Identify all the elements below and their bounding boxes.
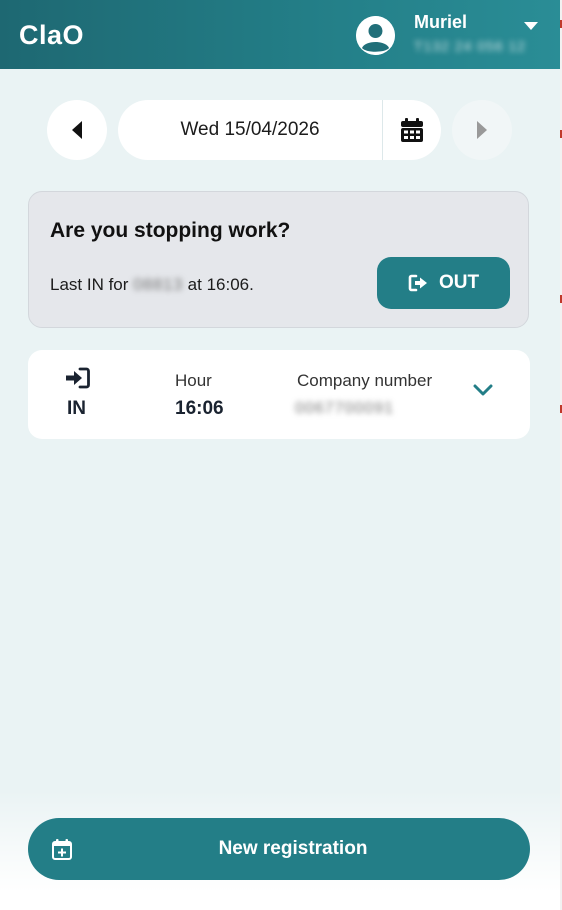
new-registration-button[interactable]: New registration [28, 818, 530, 880]
previous-day-button[interactable] [47, 100, 107, 160]
last-in-suffix: at 16:06. [187, 275, 254, 294]
caret-down-icon[interactable] [524, 18, 538, 36]
top-bar: ClaO Muriel T132 24 056 12 [0, 0, 560, 69]
user-avatar-icon[interactable] [356, 16, 395, 55]
hour-value: 16:06 [175, 398, 224, 419]
out-label: OUT [438, 272, 480, 293]
company-number-value: 0067700091 [295, 400, 394, 417]
last-in-text: Last IN for 08813 at 16:06. [50, 275, 254, 295]
chevron-down-icon [473, 384, 493, 396]
caret-right-icon [477, 121, 487, 139]
calendar-icon [401, 118, 423, 142]
registration-record[interactable]: IN Hour 16:06 Company number 0067700091 [28, 350, 530, 439]
new-registration-label: New registration [218, 838, 368, 859]
out-button[interactable]: OUT [377, 257, 510, 309]
company-number-header: Company number [297, 371, 433, 390]
app-logo: ClaO [19, 20, 85, 50]
date-selector: Wed 15/04/2026 [118, 100, 441, 160]
next-day-button[interactable] [452, 100, 512, 160]
expand-record-button[interactable] [473, 384, 493, 402]
user-name[interactable]: Muriel [414, 12, 467, 33]
current-date[interactable]: Wed 15/04/2026 [118, 100, 382, 160]
record-type: IN [67, 398, 86, 419]
redacted-id: 08813 [133, 275, 183, 294]
stop-work-title: Are you stopping work? [50, 219, 291, 242]
stop-work-card: Are you stopping work? Last IN for 08813… [28, 191, 529, 328]
calendar-button[interactable] [383, 100, 441, 160]
caret-left-icon [72, 121, 82, 139]
hour-header: Hour [175, 371, 212, 390]
app-screen: ClaO Muriel T132 24 056 12 Wed 15/04/202… [0, 0, 560, 910]
sign-in-icon [66, 367, 90, 389]
last-in-prefix: Last IN for [50, 275, 129, 294]
user-subtitle: T132 24 056 12 [414, 38, 527, 54]
sign-out-icon [408, 274, 427, 292]
